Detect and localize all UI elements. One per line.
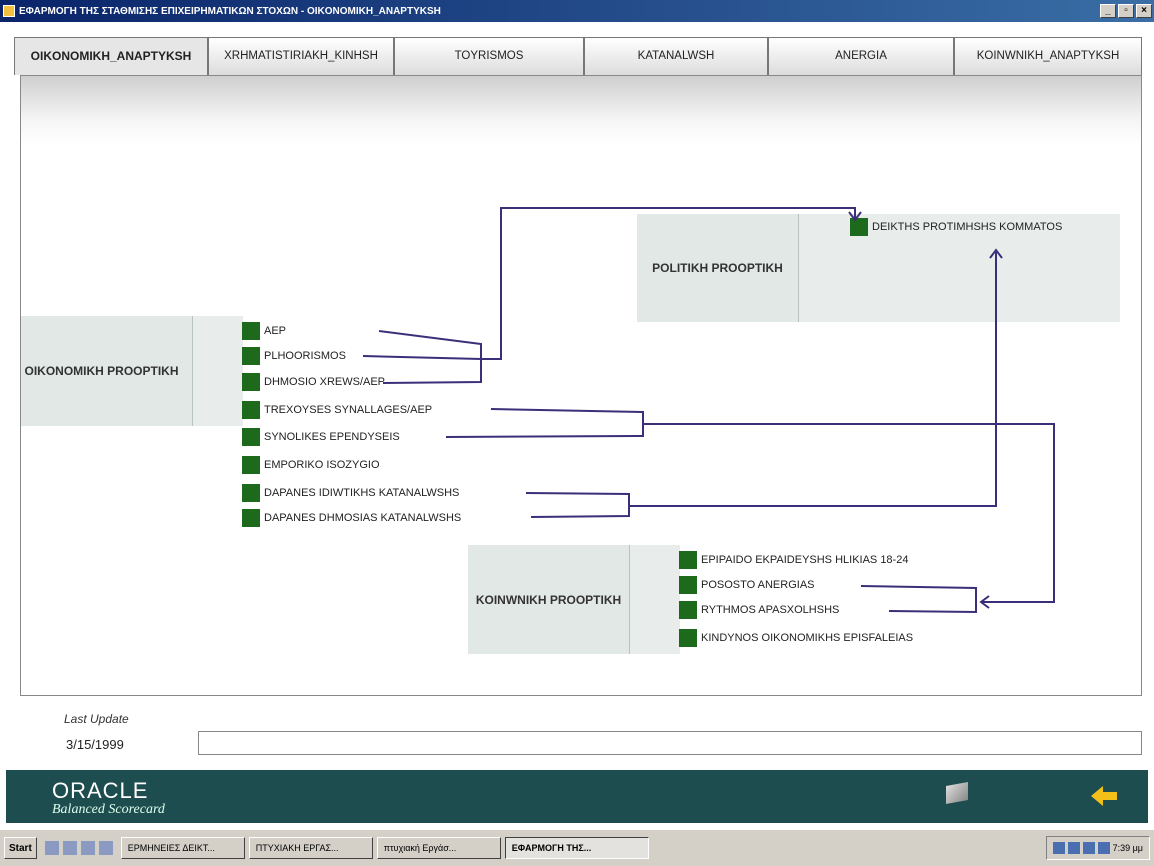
link-dapanes-to-protimhsh <box>525 252 997 507</box>
tab-oikonomikh-anaptyksh[interactable]: OIKONOMIKH_ANAPTYKSH <box>14 37 208 75</box>
oracle-logo: ORACLE <box>52 778 149 803</box>
link-synolikes <box>445 424 644 438</box>
link-dapanes-dhmosias <box>530 506 630 518</box>
taskbar-button[interactable]: ΕΡΜΗΝΕΙΕΣ ΔΕΙΚΤ... <box>120 837 245 859</box>
last-update-field[interactable] <box>198 731 1142 755</box>
window-title: ΕΦΑΡΜΟΓΗ ΤΗΣ ΣΤΑΘΜΙΣΗΣ ΕΠΙΧΕΙΡΗΜΑΤΙΚΩΝ Σ… <box>19 5 441 17</box>
tab-strip: OIKONOMIKH_ANAPTYKSH XRHMATISTIRIAKH_KIN… <box>14 37 1142 75</box>
taskbar-button-active[interactable]: ΕΦΑΡΜΟΓΗ ΤΗΣ... <box>504 837 649 859</box>
system-tray: 7:39 μμ <box>1045 836 1150 860</box>
tray-icon[interactable] <box>1067 842 1080 854</box>
strategy-map-panel: POLITIKH PROOPTIKH DEIKTHS PROTIMHSHS KO… <box>20 75 1142 696</box>
windows-taskbar: Start ΕΡΜΗΝΕΙΕΣ ΔΕΙΚΤ... ΠΤΥΧΙΑΚΗ ΕΡΓΑΣ.… <box>0 828 1154 866</box>
last-update-date: 3/15/1999 <box>66 737 124 752</box>
tab-toyrismos[interactable]: TOYRISMOS <box>394 37 584 75</box>
link-koinwnikh-bracket <box>860 585 977 614</box>
cube-icon[interactable] <box>946 782 968 804</box>
oracle-footer: ORACLE Balanced Scorecard <box>6 770 1148 823</box>
minimize-button[interactable]: _ <box>1100 4 1116 18</box>
tab-katanalwsh[interactable]: KATANALWSH <box>584 37 768 75</box>
link-plhoorismos <box>362 355 482 360</box>
tab-xrhmatistiriakh-kinhsh[interactable]: XRHMATISTIRIAKH_KINHSH <box>208 37 394 75</box>
quick-launch-icon[interactable] <box>98 841 113 855</box>
tab-anergia[interactable]: ANERGIA <box>768 37 954 75</box>
cause-effect-links <box>362 207 1055 614</box>
link-aep-to-protimhsh <box>378 207 856 360</box>
taskbar-button[interactable]: πτυχιακή Εργάσ... <box>376 837 501 859</box>
quick-launch-icon[interactable] <box>62 841 77 855</box>
tray-icon[interactable] <box>1097 842 1110 854</box>
tray-icon[interactable] <box>1052 842 1065 854</box>
quick-launch-icon[interactable] <box>44 841 59 855</box>
link-dhmosio-xrews <box>382 359 482 384</box>
balanced-scorecard-logo: Balanced Scorecard <box>52 802 165 817</box>
back-arrow-icon[interactable] <box>1091 786 1117 806</box>
start-button[interactable]: Start <box>4 837 37 859</box>
tab-koinwnikh-anaptyksh[interactable]: KOINWNIKH_ANAPTYKSH <box>954 37 1142 75</box>
window-title-bar: ΕΦΑΡΜΟΓΗ ΤΗΣ ΣΤΑΘΜΙΣΗΣ ΕΠΙΧΕΙΡΗΜΑΤΙΚΩΝ Σ… <box>0 0 1154 22</box>
quick-launch-icon[interactable] <box>80 841 95 855</box>
tray-icon[interactable] <box>1082 842 1095 854</box>
taskbar-button[interactable]: ΠΤΥΧΙΑΚΗ ΕΡΓΑΣ... <box>248 837 373 859</box>
quick-launch <box>44 841 113 855</box>
clock: 7:39 μμ <box>1112 843 1143 853</box>
close-button[interactable]: × <box>1136 4 1152 18</box>
app-icon <box>3 5 15 17</box>
last-update-label: Last Update <box>64 712 129 726</box>
maximize-button[interactable]: ▫ <box>1118 4 1134 18</box>
